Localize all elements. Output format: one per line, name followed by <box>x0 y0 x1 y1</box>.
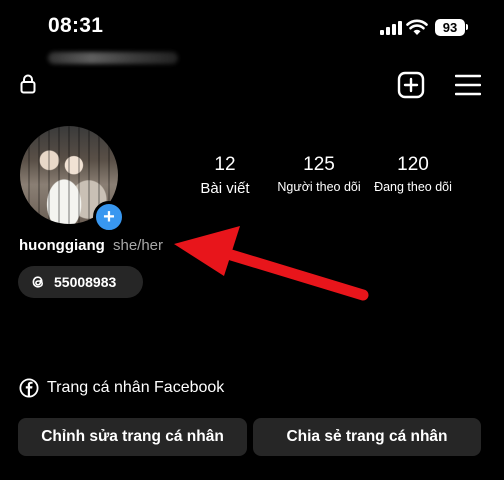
lock-icon <box>20 74 36 94</box>
facebook-link-label: Trang cá nhân Facebook <box>47 379 225 396</box>
wifi-icon <box>406 19 428 35</box>
edit-profile-button[interactable]: Chỉnh sửa trang cá nhân <box>18 418 247 456</box>
posts-stat[interactable]: 12 Bài viết <box>193 154 257 197</box>
cellular-signal-icon <box>380 21 402 35</box>
followers-count: 125 <box>303 154 335 175</box>
followers-stat[interactable]: 125 Người theo dõi <box>274 154 364 194</box>
posts-label: Bài viết <box>200 180 250 197</box>
following-label: Đang theo dõi <box>374 180 452 194</box>
battery-indicator: 93 <box>435 19 465 36</box>
following-stat[interactable]: 120 Đang theo dõi <box>366 154 460 194</box>
threads-handle: 55008983 <box>54 274 117 290</box>
add-post-icon[interactable] <box>397 71 425 99</box>
posts-count: 12 <box>214 154 236 175</box>
menu-icon[interactable] <box>455 74 481 96</box>
followers-label: Người theo dõi <box>277 180 361 194</box>
status-time: 08:31 <box>48 14 104 37</box>
blurred-account-name <box>48 52 178 64</box>
plus-icon: + <box>103 206 115 228</box>
threads-icon <box>32 276 44 288</box>
red-arrow-annotation <box>174 226 369 301</box>
share-profile-button[interactable]: Chia sẻ trang cá nhân <box>253 418 481 456</box>
following-count: 120 <box>397 154 429 175</box>
profile-username: huonggiang <box>19 237 105 254</box>
facebook-profile-link[interactable]: Trang cá nhân Facebook <box>19 378 224 398</box>
add-story-button[interactable]: + <box>93 201 125 233</box>
threads-badge-button[interactable]: 55008983 <box>18 266 143 298</box>
battery-cap <box>466 24 468 30</box>
facebook-icon <box>19 378 39 398</box>
profile-name-row: huonggiang she/her <box>19 237 163 254</box>
profile-pronouns: she/her <box>112 237 164 254</box>
